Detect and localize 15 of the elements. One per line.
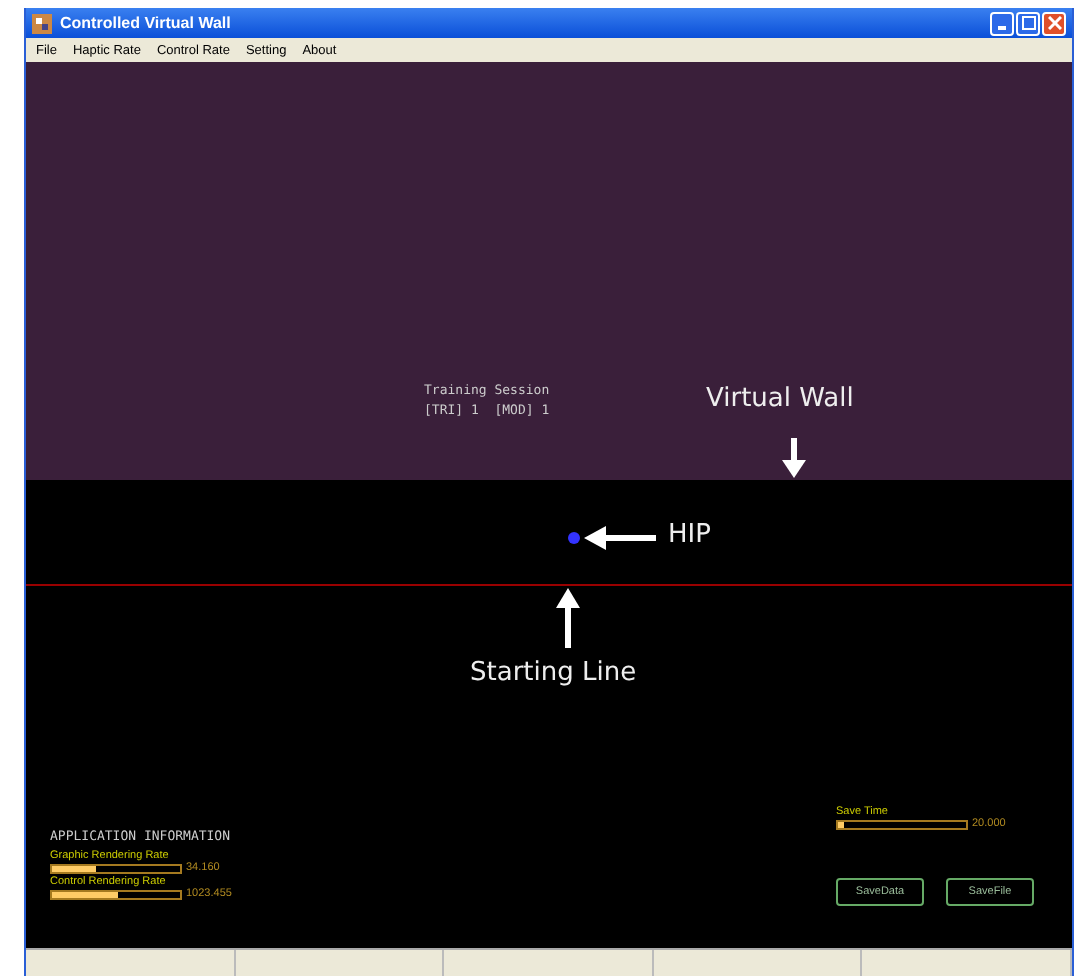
close-button[interactable] [1042,11,1066,35]
maximize-button[interactable] [1016,11,1040,35]
left-arrow-icon [584,526,656,550]
hip-dot [568,532,580,544]
save-time-slider[interactable] [836,820,968,830]
maximize-icon [1021,16,1035,30]
app-icon [32,13,52,33]
up-arrow-icon [556,588,580,648]
minimize-button[interactable] [990,11,1014,35]
wall-label: Virtual Wall [706,384,854,414]
down-arrow-icon [782,438,806,478]
hip-label: HIP [668,520,711,550]
starting-line-label: Starting Line [470,658,637,688]
window-title: Controlled Virtual Wall [60,14,231,32]
close-icon [1047,16,1061,30]
